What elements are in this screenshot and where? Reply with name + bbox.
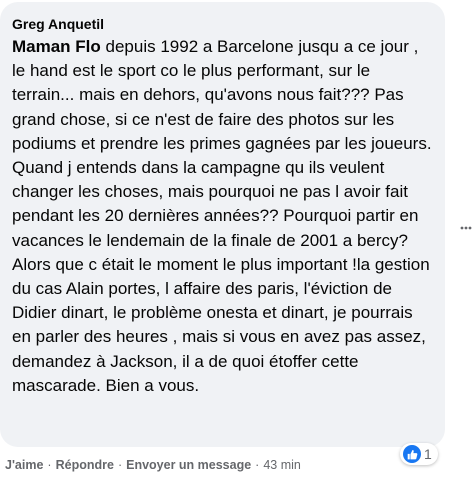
reaction-summary[interactable]: 1 (400, 443, 438, 465)
comment-author[interactable]: Greg Anquetil (12, 16, 104, 33)
more-options-button[interactable] (459, 218, 473, 238)
comment-actions: J'aime · Répondre · Envoyer un message ·… (5, 456, 301, 474)
reply-button[interactable]: Répondre (56, 458, 114, 472)
comment-bubble: Greg Anquetil Maman Flo depuis 1992 a Ba… (0, 2, 445, 447)
like-icon (403, 445, 421, 463)
reaction-count: 1 (424, 446, 432, 462)
more-horizontal-icon (460, 226, 472, 230)
mention-link[interactable]: Maman Flo (12, 37, 101, 56)
separator: · (117, 458, 123, 472)
comment-text: Maman Flo depuis 1992 a Barcelone jusqu … (12, 35, 433, 398)
like-button[interactable]: J'aime (5, 458, 43, 472)
timestamp[interactable]: 43 min (263, 458, 301, 472)
send-message-button[interactable]: Envoyer un message (126, 458, 251, 472)
separator: · (47, 458, 52, 472)
comment-body: depuis 1992 a Barcelone jusqu a ce jour … (12, 37, 432, 395)
separator: · (255, 458, 260, 472)
